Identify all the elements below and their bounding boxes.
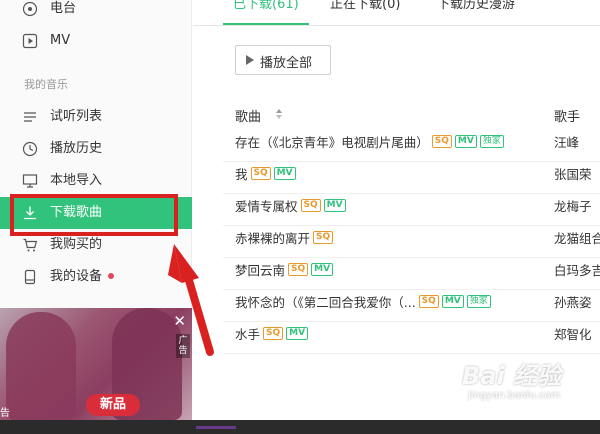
radio-icon [22, 1, 38, 17]
monitor-icon [22, 174, 38, 188]
song-row[interactable]: 爱情专属权 SQ MV 龙梅子 [223, 194, 600, 226]
song-row[interactable]: 存在（《北京青年》电视剧片尾曲） SQ MV 独家 汪峰 [223, 130, 600, 162]
tab-active-indicator [223, 23, 309, 25]
song-singer[interactable]: 龙猫组合 [554, 228, 600, 247]
sq-badge: SQ [431, 135, 452, 148]
sidebar-item-label: MV [50, 33, 71, 48]
sidebar-item-radio[interactable]: 电台 [0, 0, 192, 25]
sidebar-item-history[interactable]: 播放历史 [0, 133, 192, 165]
section-label-my-music: 我的音乐 [24, 78, 68, 91]
highlight-annotation-box [10, 194, 178, 236]
play-icon [246, 55, 254, 65]
song-row[interactable]: 我怀念的（《第二回合我爱你（... SQ MV 独家 孙燕姿 [223, 290, 600, 322]
song-title: 爱情专属权 SQ MV [235, 196, 346, 215]
sidebar: 电台 MV 我的音乐 试听列表 播放历史 本地导入 下载歌曲 我购买的 我的设备… [0, 0, 192, 420]
song-title: 赤裸裸的离开 SQ [235, 228, 334, 247]
song-singer[interactable]: 郑智化 [554, 324, 592, 343]
ad-banner[interactable]: ✕ 广告 新品 告 [0, 308, 192, 420]
sidebar-item-label: 我购买的 [50, 237, 103, 252]
tab-download-history[interactable]: 下载历史漫游 [437, 0, 515, 12]
sidebar-item-label: 本地导入 [50, 173, 103, 188]
song-title: 存在（《北京青年》电视剧片尾曲） SQ MV 独家 [235, 132, 504, 151]
sidebar-item-label: 我的设备 [50, 268, 115, 286]
mv-badge[interactable]: MV [323, 199, 346, 212]
tab-downloading[interactable]: 正在下载(0) [330, 0, 400, 12]
song-row[interactable]: 我 SQ MV 张国荣 [223, 162, 600, 194]
device-icon [24, 269, 36, 285]
close-icon[interactable]: ✕ [173, 314, 186, 329]
sort-icon[interactable] [275, 108, 283, 120]
sq-badge: SQ [250, 167, 271, 180]
song-singer[interactable]: 白玛多吉 [554, 260, 600, 279]
ad-new-badge: 新品 [86, 394, 140, 416]
sq-badge: SQ [300, 199, 321, 212]
mv-badge[interactable]: MV [273, 167, 296, 180]
sidebar-item-label: 电台 [50, 1, 77, 16]
watermark-url: jingyan.baidu.com [468, 390, 561, 401]
watermark: Bai 经验 jingyan.baidu.com [462, 356, 598, 406]
song-row[interactable]: 梦回云南 SQ MV 白玛多吉 [223, 258, 600, 290]
cart-icon [23, 238, 38, 252]
tab-downloaded[interactable]: 已下载(61) [233, 0, 299, 12]
ad-corner-label: 告 [0, 408, 10, 419]
exclusive-badge: 独家 [466, 295, 491, 308]
sq-badge: SQ [313, 231, 334, 244]
sidebar-item-devices[interactable]: 我的设备 [0, 261, 192, 293]
watermark-text: Bai 经验 [462, 362, 562, 390]
song-row[interactable]: 赤裸裸的离开 SQ 龙猫组合 [223, 226, 600, 258]
list-icon [24, 112, 36, 122]
song-title: 我怀念的（《第二回合我爱你（... SQ MV 独家 [235, 292, 491, 311]
notification-dot [108, 272, 115, 279]
bottom-bar [0, 420, 600, 434]
download-tabs: 已下载(61) 正在下载(0) 下载历史漫游 [193, 0, 600, 26]
column-header-singer[interactable]: 歌手 [554, 106, 580, 125]
mv-play-icon [22, 33, 38, 49]
song-singer[interactable]: 张国荣 [554, 164, 592, 183]
sq-badge: SQ [263, 327, 284, 340]
song-title: 水手 SQ MV [235, 324, 309, 343]
sidebar-item-trial-list[interactable]: 试听列表 [0, 101, 192, 133]
column-header-song[interactable]: 歌曲 [235, 106, 261, 125]
sidebar-item-label: 播放历史 [50, 141, 103, 156]
exclusive-badge: 独家 [479, 135, 504, 148]
progress-segment [196, 426, 236, 429]
mv-badge[interactable]: MV [441, 295, 464, 308]
play-all-button[interactable]: 播放全部 [235, 45, 331, 75]
song-title: 梦回云南 SQ MV [235, 260, 334, 279]
song-singer[interactable]: 汪峰 [554, 132, 579, 151]
ad-tag: 广告 [176, 334, 190, 358]
ad-model-image [6, 312, 76, 420]
sidebar-item-local-import[interactable]: 本地导入 [0, 165, 192, 197]
mv-badge[interactable]: MV [454, 135, 477, 148]
song-title: 我 SQ MV [235, 164, 296, 183]
sidebar-item-mv[interactable]: MV [0, 25, 192, 57]
song-row[interactable]: 水手 SQ MV 郑智化 [223, 322, 600, 354]
sq-badge: SQ [288, 263, 309, 276]
mv-badge[interactable]: MV [311, 263, 334, 276]
song-singer[interactable]: 龙梅子 [554, 196, 592, 215]
sidebar-item-label: 试听列表 [50, 109, 103, 124]
clock-icon [22, 141, 38, 157]
sq-badge: SQ [418, 295, 439, 308]
song-singer[interactable]: 孙燕姿 [554, 292, 592, 311]
mv-badge[interactable]: MV [286, 327, 309, 340]
